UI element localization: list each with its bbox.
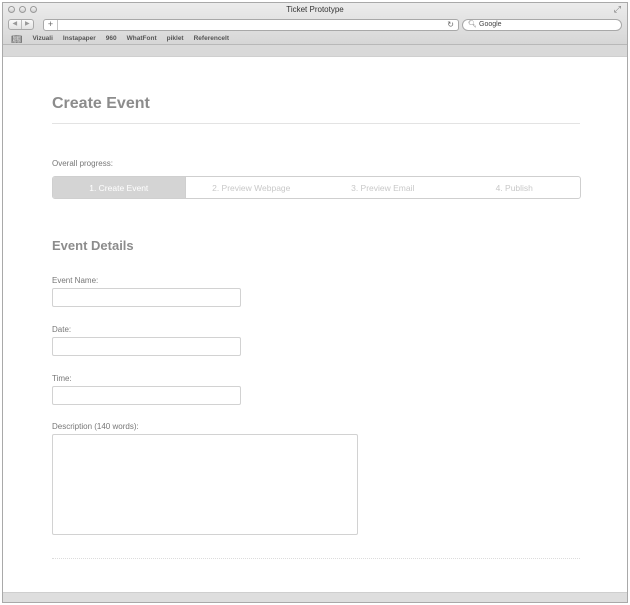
nav-buttons: ◀ ▶: [8, 19, 34, 30]
bookmark-item[interactable]: Instapaper: [63, 34, 96, 44]
bookmarks-bar: 📖︎ Vizuali Instapaper 960 WhatFont pikle…: [3, 33, 627, 45]
page-content: Create Event Overall progress: 1. Create…: [3, 57, 627, 591]
search-placeholder: Google: [479, 21, 502, 28]
bookmark-item[interactable]: ReferenceIt: [194, 34, 229, 44]
address-bar[interactable]: + ↻: [43, 19, 459, 31]
window-title: Ticket Prototype: [286, 5, 344, 14]
divider: [52, 123, 580, 124]
status-bar: [3, 592, 627, 602]
browser-chrome: Ticket Prototype ⤢ ◀ ▶ + ↻ 🔍︎ Google 📖︎ …: [3, 3, 627, 45]
date-input[interactable]: [52, 337, 241, 356]
browser-window: Ticket Prototype ⤢ ◀ ▶ + ↻ 🔍︎ Google 📖︎ …: [2, 2, 628, 603]
description-textarea[interactable]: [52, 434, 358, 535]
time-input[interactable]: [52, 386, 241, 405]
description-label: Description (140 words):: [52, 422, 139, 431]
book-icon[interactable]: 📖︎: [11, 34, 22, 44]
time-label: Time:: [52, 374, 72, 383]
bookmark-item[interactable]: piklet: [167, 34, 184, 44]
date-label: Date:: [52, 325, 72, 334]
event-name-input[interactable]: [52, 288, 241, 307]
page-title: Create Event: [52, 95, 150, 112]
step-preview-webpage[interactable]: 2. Preview Webpage: [186, 177, 318, 198]
step-publish[interactable]: 4. Publish: [449, 177, 581, 198]
step-preview-email[interactable]: 3. Preview Email: [317, 177, 449, 198]
bookmark-item[interactable]: Vizuali: [32, 34, 52, 44]
bookmark-item[interactable]: WhatFont: [127, 34, 157, 44]
event-name-label: Event Name:: [52, 276, 99, 285]
browser-toolbar: ◀ ▶ + ↻ 🔍︎ Google: [3, 18, 627, 33]
reload-icon[interactable]: ↻: [447, 20, 454, 30]
progress-steps: 1. Create Event 2. Preview Webpage 3. Pr…: [52, 176, 581, 199]
step-create-event[interactable]: 1. Create Event: [53, 177, 186, 198]
section-title: Event Details: [52, 238, 134, 253]
back-button[interactable]: ◀: [9, 20, 22, 29]
bookmark-item[interactable]: 960: [106, 34, 117, 44]
forward-button[interactable]: ▶: [22, 20, 34, 29]
plus-icon[interactable]: +: [44, 20, 58, 30]
fullscreen-icon[interactable]: ⤢: [614, 4, 621, 15]
search-field[interactable]: 🔍︎ Google: [462, 19, 622, 31]
title-bar: Ticket Prototype ⤢: [3, 3, 627, 18]
search-icon: 🔍︎: [468, 21, 477, 28]
bottom-divider: [52, 558, 580, 559]
page-top-strip: [3, 45, 627, 57]
progress-label: Overall progress:: [52, 159, 113, 168]
